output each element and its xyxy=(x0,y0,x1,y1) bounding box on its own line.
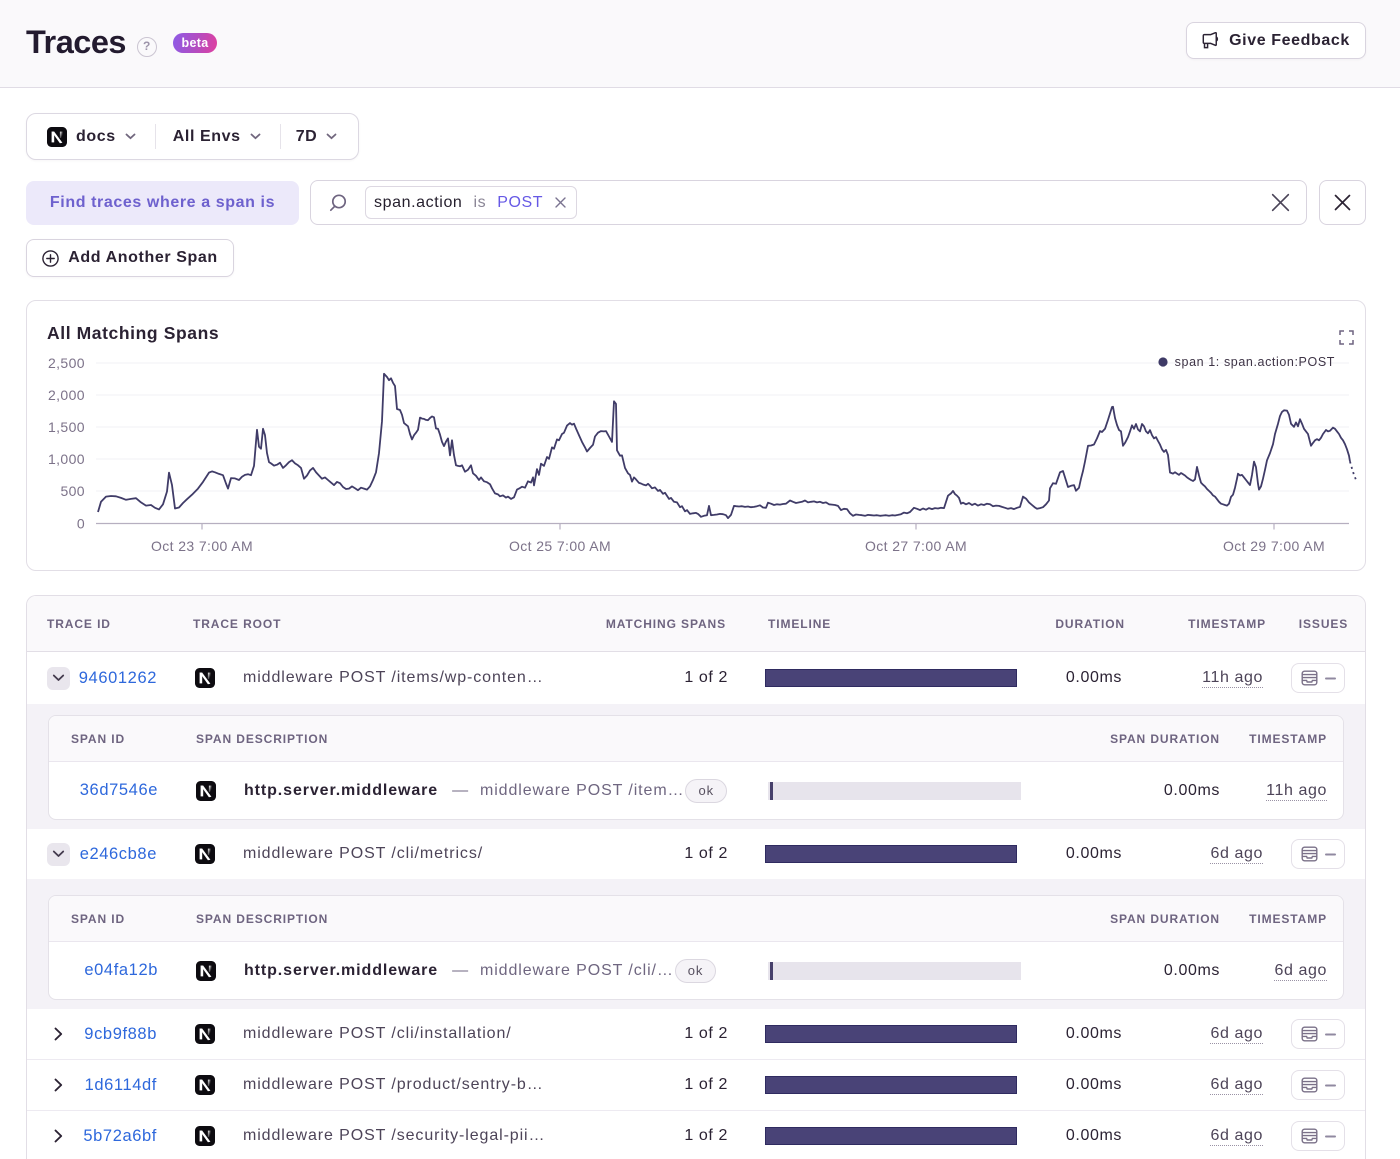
svg-text:Oct 27 7:00 AM: Oct 27 7:00 AM xyxy=(865,538,967,554)
svg-text:500: 500 xyxy=(60,483,85,499)
svg-text:2,500: 2,500 xyxy=(48,355,85,371)
svg-text:Oct 29 7:00 AM: Oct 29 7:00 AM xyxy=(1223,538,1325,554)
svg-text:Oct 23 7:00 AM: Oct 23 7:00 AM xyxy=(151,538,253,554)
svg-text:Oct 25 7:00 AM: Oct 25 7:00 AM xyxy=(509,538,611,554)
svg-text:2,000: 2,000 xyxy=(48,387,85,403)
svg-text:1,000: 1,000 xyxy=(48,451,85,467)
svg-text:0: 0 xyxy=(77,516,85,532)
svg-text:1,500: 1,500 xyxy=(48,419,85,435)
